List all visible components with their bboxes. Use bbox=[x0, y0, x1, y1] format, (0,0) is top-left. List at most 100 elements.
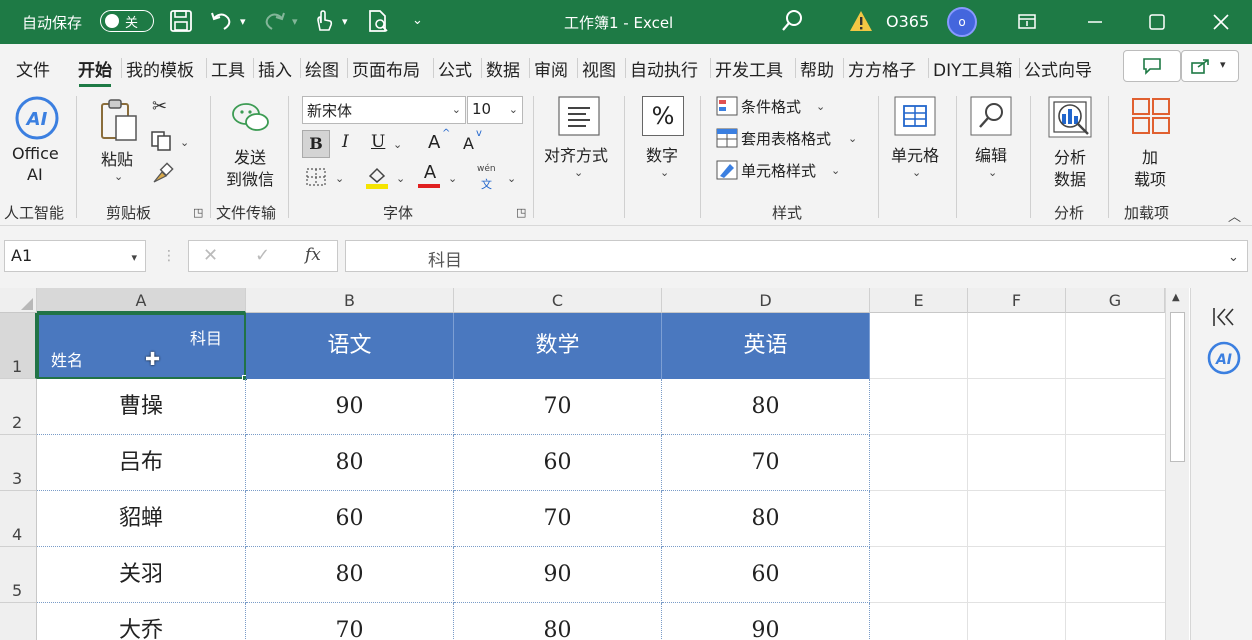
cell-name[interactable]: 曹操 bbox=[37, 379, 246, 435]
alignment-dropdown-icon[interactable]: ⌄ bbox=[574, 166, 583, 179]
tab-home[interactable]: 开始 bbox=[78, 56, 112, 87]
row-header-4[interactable]: 4 bbox=[0, 491, 37, 547]
analyze-data-line2[interactable]: 数据 bbox=[1054, 166, 1086, 190]
cell-score[interactable]: 70 bbox=[662, 435, 870, 491]
tab-my-templates[interactable]: 我的模板 bbox=[126, 56, 194, 81]
column-header-a[interactable]: A bbox=[37, 288, 246, 313]
wechat-icon[interactable] bbox=[230, 100, 272, 136]
cell-styles-dropdown-icon[interactable]: ⌄ bbox=[831, 164, 840, 177]
cell-score[interactable]: 60 bbox=[454, 435, 662, 491]
conditional-format-dropdown-icon[interactable]: ⌄ bbox=[816, 100, 825, 113]
cell-header-english[interactable]: 英语 bbox=[662, 313, 870, 379]
font-launcher-icon[interactable]: ◳ bbox=[516, 206, 526, 219]
analyze-data-line1[interactable]: 分析 bbox=[1054, 144, 1086, 168]
cell-header-math[interactable]: 数学 bbox=[454, 313, 662, 379]
tab-file[interactable]: 文件 bbox=[16, 56, 50, 81]
tab-page-layout[interactable]: 页面布局 bbox=[352, 56, 420, 81]
cancel-entry-icon[interactable]: ✕ bbox=[203, 245, 218, 266]
editing-dropdown-icon[interactable]: ⌄ bbox=[988, 166, 997, 179]
send-wechat-line2[interactable]: 到微信 bbox=[226, 166, 274, 190]
comments-button[interactable] bbox=[1123, 50, 1181, 82]
row-header-3[interactable]: 3 bbox=[0, 435, 37, 491]
undo-icon[interactable] bbox=[208, 8, 234, 34]
cell-score[interactable]: 90 bbox=[246, 379, 454, 435]
save-icon[interactable] bbox=[168, 8, 194, 34]
tab-ffcell[interactable]: 方方格子 bbox=[848, 56, 916, 81]
analyze-data-icon[interactable] bbox=[1048, 96, 1092, 138]
cell-a1-diagonal-header[interactable]: 科目 姓名 ✚ bbox=[37, 313, 248, 381]
row-header-5[interactable]: 5 bbox=[0, 547, 37, 603]
row-header-1[interactable]: 1 bbox=[0, 313, 37, 379]
cell-score[interactable]: 70 bbox=[454, 491, 662, 547]
cell-header-chinese[interactable]: 语文 bbox=[246, 313, 454, 379]
borders-icon[interactable] bbox=[304, 166, 328, 188]
column-header-e[interactable]: E bbox=[870, 288, 968, 313]
close-icon[interactable] bbox=[1206, 8, 1236, 36]
cell-score[interactable]: 80 bbox=[454, 603, 662, 640]
maximize-icon[interactable] bbox=[1142, 8, 1172, 36]
scroll-up-icon[interactable]: ▲ bbox=[1172, 292, 1180, 303]
editing-label[interactable]: 编辑 bbox=[975, 142, 1007, 166]
touch-mode-icon[interactable] bbox=[310, 8, 336, 34]
cell-score[interactable]: 80 bbox=[246, 435, 454, 491]
column-header-d[interactable]: D bbox=[662, 288, 870, 313]
fill-color-dropdown-icon[interactable]: ⌄ bbox=[396, 172, 405, 185]
alignment-icon[interactable] bbox=[558, 96, 600, 136]
minimize-icon[interactable] bbox=[1080, 8, 1110, 36]
avatar[interactable]: o bbox=[947, 7, 977, 37]
tab-formulas[interactable]: 公式 bbox=[438, 56, 472, 81]
clipboard-launcher-icon[interactable]: ◳ bbox=[193, 206, 203, 219]
cell-score[interactable]: 60 bbox=[246, 491, 454, 547]
cell-score[interactable]: 80 bbox=[662, 491, 870, 547]
tab-draw[interactable]: 绘图 bbox=[305, 56, 339, 81]
tab-insert[interactable]: 插入 bbox=[258, 56, 292, 81]
cell-score[interactable]: 90 bbox=[662, 603, 870, 640]
cell-styles-button[interactable]: 单元格样式 bbox=[741, 160, 816, 181]
font-color-button[interactable]: A bbox=[420, 162, 440, 183]
collapse-ribbon-icon[interactable]: ︿ bbox=[1228, 206, 1241, 225]
addins-line1[interactable]: 加 bbox=[1142, 144, 1158, 168]
addins-line2[interactable]: 载项 bbox=[1134, 166, 1166, 190]
share-button[interactable]: ▾ bbox=[1181, 50, 1239, 82]
scroll-thumb[interactable] bbox=[1170, 312, 1185, 462]
cell-score[interactable]: 90 bbox=[454, 547, 662, 603]
bold-button[interactable]: B bbox=[302, 130, 330, 158]
font-color-dropdown-icon[interactable]: ⌄ bbox=[448, 172, 457, 185]
vertical-scrollbar[interactable]: ▲ bbox=[1165, 288, 1189, 640]
insert-function-icon[interactable]: fx bbox=[305, 245, 321, 265]
redo-dropdown-icon[interactable]: ▾ bbox=[292, 15, 298, 28]
phonetic-dropdown-icon[interactable]: ⌄ bbox=[507, 172, 516, 185]
underline-dropdown-icon[interactable]: ⌄ bbox=[393, 138, 402, 151]
customize-qat-icon[interactable]: ⌄ bbox=[412, 13, 423, 28]
grow-font-button[interactable]: A bbox=[428, 132, 440, 153]
shrink-font-button[interactable]: A bbox=[463, 134, 474, 153]
font-name-combo[interactable]: 新宋体 ⌄ bbox=[302, 96, 466, 124]
number-format-icon[interactable]: % bbox=[642, 96, 684, 136]
tab-diy-toolbox[interactable]: DIY工具箱 bbox=[933, 56, 1016, 81]
font-size-combo[interactable]: 10 ⌄ bbox=[467, 96, 523, 124]
column-header-b[interactable]: B bbox=[246, 288, 454, 313]
touch-dropdown-icon[interactable]: ▾ bbox=[342, 15, 348, 28]
confirm-entry-icon[interactable]: ✓ bbox=[255, 245, 270, 266]
cut-icon[interactable]: ✂ bbox=[152, 96, 167, 117]
cells-label[interactable]: 单元格 bbox=[891, 142, 939, 166]
ai-assistant-icon[interactable]: AI bbox=[1206, 340, 1242, 376]
office-ai-label-line1[interactable]: Office bbox=[12, 144, 59, 163]
tab-formula-wizard[interactable]: 公式向导 bbox=[1024, 56, 1092, 81]
tab-developer[interactable]: 开发工具 bbox=[715, 56, 783, 81]
tab-data[interactable]: 数据 bbox=[486, 56, 520, 81]
warning-icon[interactable] bbox=[848, 8, 874, 34]
phonetic-bottom[interactable]: 文 bbox=[481, 176, 492, 192]
cell-score[interactable]: 80 bbox=[246, 547, 454, 603]
expand-formula-bar-icon[interactable]: ⌄ bbox=[1228, 250, 1239, 265]
editing-search-icon[interactable] bbox=[970, 96, 1012, 136]
underline-button[interactable]: U bbox=[371, 132, 385, 152]
cell-name[interactable]: 大乔 bbox=[37, 603, 246, 640]
cell-score[interactable]: 60 bbox=[662, 547, 870, 603]
cells-icon[interactable] bbox=[894, 96, 936, 136]
paste-label[interactable]: 粘贴 bbox=[101, 146, 133, 170]
tab-review[interactable]: 审阅 bbox=[534, 56, 568, 81]
italic-button[interactable]: I bbox=[342, 132, 349, 152]
search-icon[interactable] bbox=[780, 8, 806, 34]
cell-score[interactable]: 70 bbox=[246, 603, 454, 640]
